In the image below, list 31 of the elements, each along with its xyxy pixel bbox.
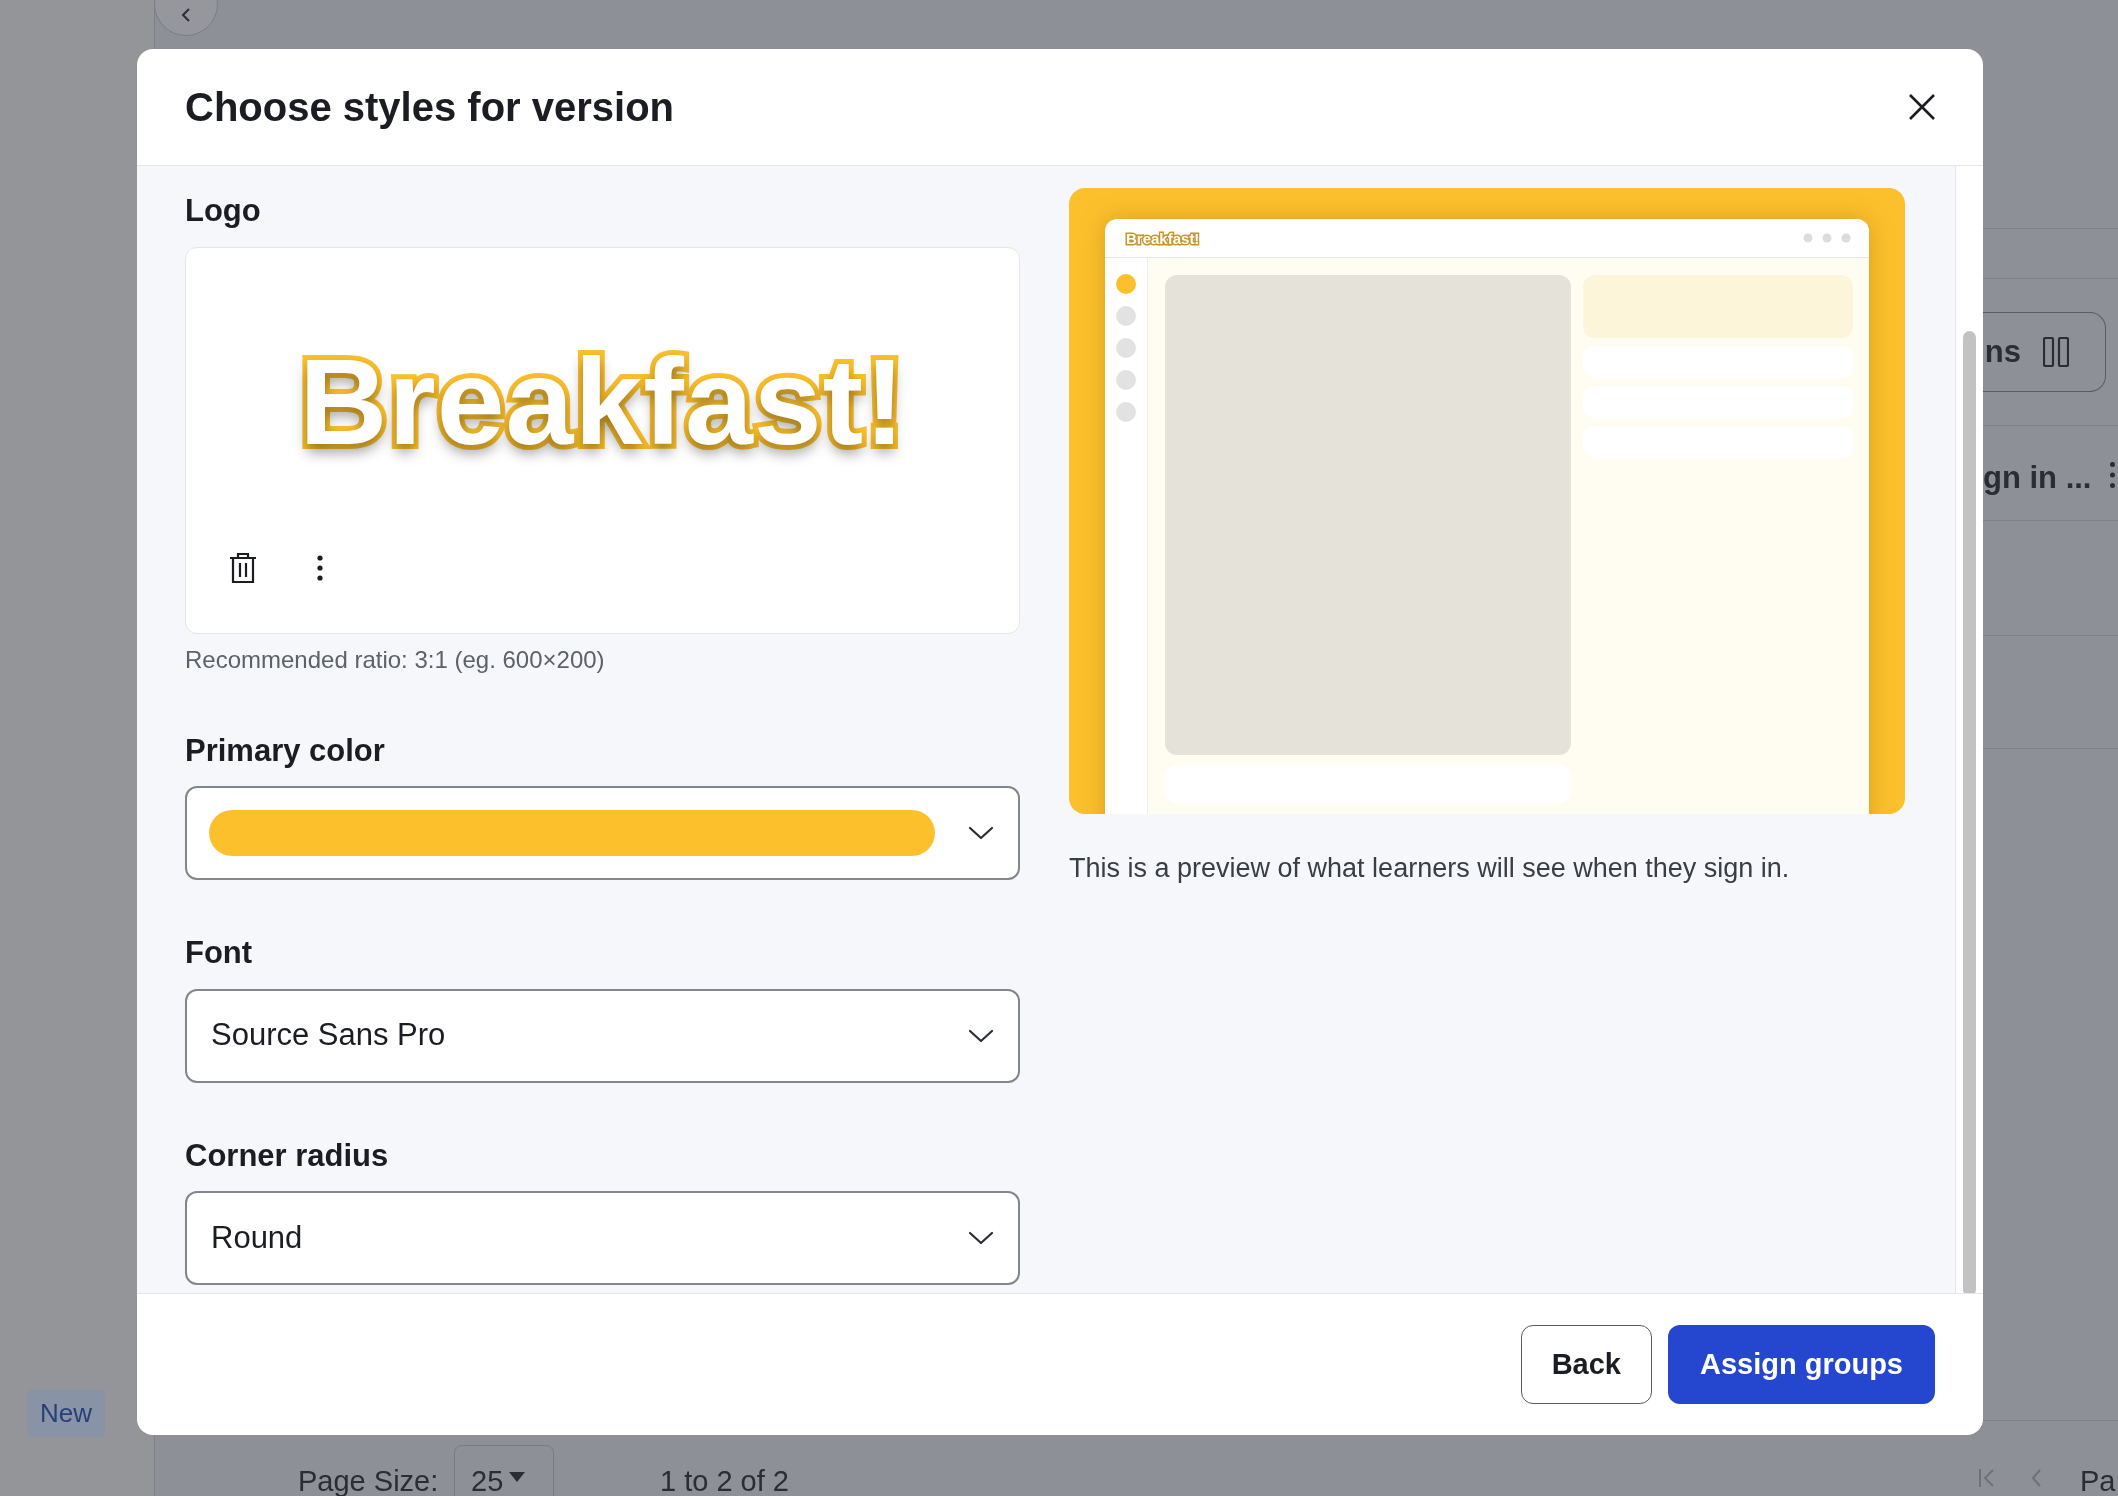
- more-vertical-icon: [317, 554, 323, 581]
- field-label: Primary color: [185, 731, 386, 770]
- color-select[interactable]: [185, 786, 1020, 880]
- select-field[interactable]: Source Sans Pro: [185, 988, 1020, 1083]
- assign-groups-button[interactable]: Assign groups: [1668, 1325, 1935, 1404]
- window-dots-icon: [1803, 233, 1851, 243]
- columns-icon: [2043, 337, 2069, 367]
- row-text: gn in ...: [1983, 459, 2092, 497]
- page-label: Pa: [2080, 1464, 2116, 1496]
- scrollbar-track[interactable]: [1955, 166, 1983, 1293]
- field-label: Corner radius: [185, 1136, 390, 1175]
- chevron-down-icon: [968, 826, 994, 840]
- preview-caption: This is a preview of what learners will see when they sign in.: [1069, 852, 1791, 885]
- scrollbar-thumb[interactable]: [1963, 331, 1976, 1293]
- field-label: Logo: [185, 192, 262, 230]
- logo-caption: Recommended ratio: 3:1 (eg. 600×200): [185, 644, 606, 675]
- back-button[interactable]: Back: [1520, 1325, 1652, 1404]
- logo-text: Breakfast!: [298, 333, 907, 473]
- new-badge: New: [27, 1390, 105, 1437]
- range-text: 1 to 2 of 2: [660, 1464, 789, 1496]
- close-icon: [1908, 93, 1936, 121]
- chevron-down-icon: [968, 1231, 994, 1245]
- preview-logo-text: Breakfast!: [1124, 228, 1201, 249]
- page-size-select[interactable]: 25: [454, 1445, 554, 1496]
- dialog-title: Choose styles for version: [185, 84, 675, 131]
- trash-icon: [229, 551, 257, 584]
- chevron-left-icon: [180, 7, 192, 23]
- select-field[interactable]: Round: [185, 1191, 1020, 1285]
- field-label: Font: [185, 934, 254, 972]
- caret-down-icon: [509, 1472, 526, 1482]
- chevron-down-icon: [968, 1028, 994, 1043]
